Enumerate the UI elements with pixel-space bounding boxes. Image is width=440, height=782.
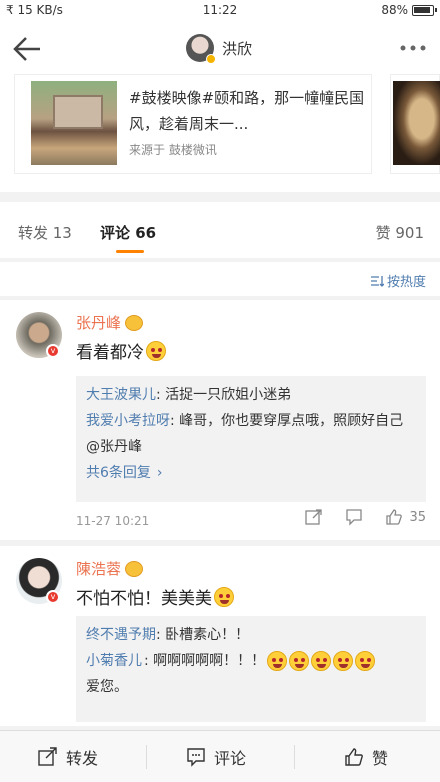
tab-likes[interactable]: 赞 901 [376,222,424,243]
verified-badge-icon: v [46,344,60,358]
repost-icon [38,747,57,766]
top-nav: 洪欣 [0,22,440,74]
reply-text: : 活捉一只欣姐小迷弟 [156,387,292,403]
battery-icon [412,4,437,16]
reply-author[interactable]: 大王波果儿 [86,387,156,403]
sort-label: 按热度 [386,275,426,290]
author-name: 陳浩蓉 [76,560,122,578]
like-button[interactable]: 35 [385,508,426,526]
reply-line: 大王波果儿: 活捉一只欣姐小迷弟 [86,382,416,408]
chevron-right-icon: › [156,465,163,481]
status-right: 88% [381,3,437,17]
thumbs-up-icon [345,748,363,766]
card-thumbnail [393,81,440,165]
comment-author[interactable]: 张丹峰 [76,312,144,333]
divider [294,745,295,769]
battery-label: 88% [381,3,408,17]
comment-item: v 张丹峰 看着都冷 大王波果儿: 活捉一只欣姐小迷弟 我爱小考拉呀: 峰哥，你… [0,300,440,540]
comment-time: 11-27 10:21 [76,514,150,528]
repost-label: 转发 [66,749,99,768]
cold-emoji-icon [146,340,166,361]
emoji-icon [355,651,376,671]
divider [146,745,147,769]
reply-box[interactable]: 大王波果儿: 活捉一只欣姐小迷弟 我爱小考拉呀: 峰哥，你也要穿厚点哦，照顾好自… [76,376,426,502]
member-crown-icon [125,560,144,577]
comment-icon[interactable] [345,508,363,526]
verified-badge-icon [206,54,216,64]
comment-icon [187,748,205,767]
linked-cards: #鼓楼映像#颐和路，那一幢幢民国风，趁着周末一... 来源于 鼓楼微讯 [0,74,440,192]
comment-text: 不怕不怕！美美美 [76,584,234,609]
reply-box[interactable]: 终不遇予期: 卧槽素心！！ 小菊香儿: 啊啊啊啊啊！！！ 爱您。 [76,616,426,722]
emoji-icon [311,651,332,671]
active-tab-indicator [116,250,144,253]
more-icon[interactable] [398,36,428,60]
member-crown-icon [125,314,144,331]
more-replies-label: 共6条回复 [86,465,151,481]
link-card[interactable]: #鼓楼映像#颐和路，那一幢幢民国风，趁着周末一... 来源于 鼓楼微讯 [14,74,372,174]
reply-text: : 卧槽素心！！ [156,627,250,643]
link-card-partial[interactable] [390,74,440,174]
like-button[interactable]: 赞 [344,745,388,769]
reply-line: 小菊香儿: 啊啊啊啊啊！！！ [86,648,416,674]
comment-actions: 35 [305,508,426,526]
bottom-action-bar: 转发 评论 赞 [0,730,440,782]
author-name: 张丹峰 [76,314,122,332]
like-count: 35 [409,509,426,525]
repost-button[interactable]: 转发 [38,745,98,769]
reply-author[interactable]: 小菊香儿 [86,648,142,674]
emoji-icon [333,651,354,671]
tab-comments[interactable]: 评论 66 [100,222,156,243]
reply-text: 爱您。 [86,679,128,695]
like-label: 赞 [372,749,389,768]
comment-tabs: 转发 13 评论 66 赞 901 [0,202,440,258]
verified-badge-icon: v [46,590,60,604]
status-time: 11:22 [202,3,238,17]
sort-button[interactable]: 按热度 [370,271,426,290]
emoji-icon [267,651,288,671]
more-replies-link[interactable]: 共6条回复 › [86,460,416,486]
heart-eyes-emoji-icon [214,586,234,607]
reply-author[interactable]: 我爱小考拉呀 [86,413,170,429]
card-thumbnail [31,81,117,165]
sort-icon [370,275,384,287]
card-source: 来源于 鼓楼微讯 [129,143,217,157]
back-arrow-icon[interactable] [10,32,44,66]
emoji-icon [289,651,310,671]
comment-text-content: 不怕不怕！美美美 [76,589,212,609]
comment-author[interactable]: 陳浩蓉 [76,558,144,579]
reply-line: 爱您。 [86,674,416,700]
comment-label: 评论 [214,749,247,768]
page-title[interactable]: 洪欣 [222,38,252,59]
tab-repost[interactable]: 转发 13 [18,222,72,243]
status-bar: ₹ 15 KB/s 11:22 88% [0,0,440,22]
comment-text-content: 看着都冷 [76,343,144,363]
card-text: #鼓楼映像#颐和路，那一幢幢民国风，趁着周末一... [129,89,365,133]
reply-line: 终不遇予期: 卧槽素心！！ [86,622,416,648]
comment-button[interactable]: 评论 [186,745,246,769]
comment-text: 看着都冷 [76,338,166,363]
reply-line: 我爱小考拉呀: 峰哥，你也要穿厚点哦，照顾好自己@张丹峰 [86,408,416,460]
comment-item: v 陳浩蓉 不怕不怕！美美美 终不遇予期: 卧槽素心！！ 小菊香儿: 啊啊啊啊啊… [0,546,440,726]
reply-text: : 啊啊啊啊啊！！！ [144,653,266,669]
reply-author[interactable]: 终不遇予期 [86,627,156,643]
share-icon[interactable] [305,508,323,526]
sort-bar: 按热度 [0,262,440,296]
thumbs-up-icon [386,509,403,525]
